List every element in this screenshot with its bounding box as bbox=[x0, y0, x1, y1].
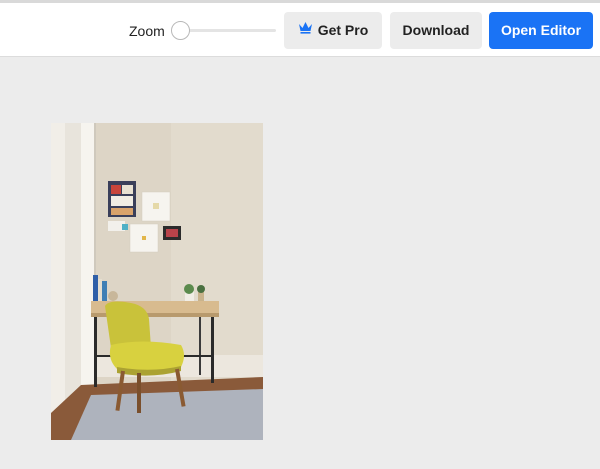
open-editor-button[interactable]: Open Editor bbox=[489, 12, 593, 49]
zoom-label: Zoom bbox=[129, 23, 165, 39]
top-toolbar: Zoom Get Pro Download Open Editor bbox=[0, 0, 600, 57]
crown-icon bbox=[298, 11, 313, 48]
get-pro-label: Get Pro bbox=[317, 22, 369, 38]
get-pro-button[interactable]: Get Pro bbox=[284, 12, 382, 49]
zoom-slider-thumb[interactable] bbox=[171, 21, 190, 40]
room-photo-illustration bbox=[51, 123, 263, 440]
canvas-image[interactable] bbox=[51, 123, 263, 440]
download-button[interactable]: Download bbox=[390, 12, 482, 49]
